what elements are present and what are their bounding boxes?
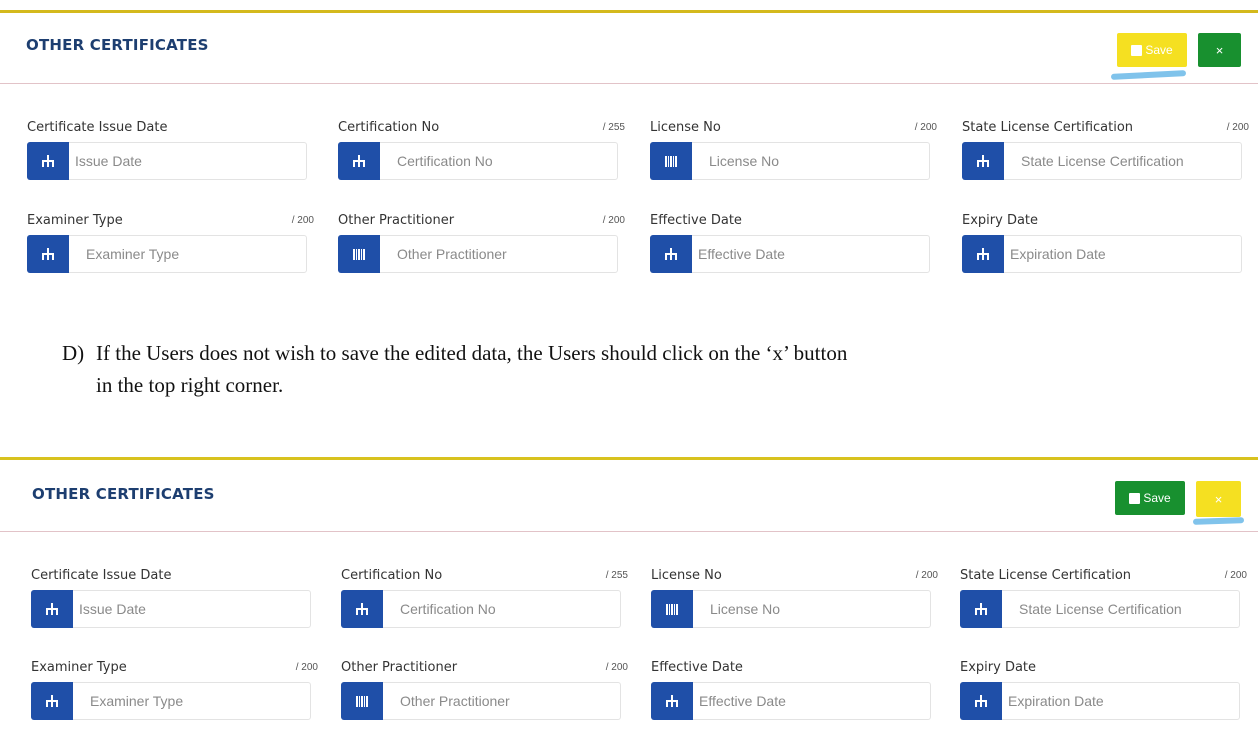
field-label: State License Certification [960,568,1132,583]
field-placeholder: Effective Date [698,246,785,262]
field-input[interactable]: State License Certification [962,142,1242,180]
tree-icon [31,590,73,628]
barcode-icon [650,142,692,180]
field-input[interactable]: State License Certification [960,590,1240,628]
field-input[interactable]: Other Practitioner [338,235,618,273]
barcode-icon [651,590,693,628]
field-input[interactable]: Effective Date [651,682,931,720]
field-input[interactable]: Effective Date [650,235,930,273]
field-char-limit: / 255 [602,122,625,133]
field-label: Effective Date [650,213,742,228]
field-placeholder: Issue Date [75,153,142,169]
field-label: License No [650,120,721,135]
field-input[interactable]: License No [650,142,930,180]
field-placeholder: Expiration Date [1008,693,1104,709]
tree-icon [651,682,693,720]
close-button[interactable]: × [1198,33,1241,67]
field-placeholder: Examiner Type [86,246,180,262]
panel-header: OTHER CERTIFICATES Save × [0,460,1258,532]
close-icon: × [1214,491,1223,507]
instruction-marker: D) [62,341,85,365]
field-placeholder: Effective Date [699,693,786,709]
save-button-label: Save [1143,491,1171,505]
field-placeholder: License No [709,153,780,169]
tree-icon [960,682,1002,720]
field-label: Examiner Type [31,660,127,675]
field-input[interactable]: License No [651,590,931,628]
other-certificates-panel-top: OTHER CERTIFICATES Save × Certificate Is… [0,10,1258,313]
field-placeholder: State License Certification [1021,153,1184,169]
tree-icon [27,142,69,180]
field-placeholder: License No [710,601,781,617]
field-placeholder: State License Certification [1019,601,1182,617]
field-char-limit: / 200 [1226,122,1249,133]
tree-icon [650,235,692,273]
field-input[interactable]: Issue Date [31,590,311,628]
field-char-limit: / 200 [602,215,625,226]
save-button[interactable]: Save [1115,481,1185,515]
field-placeholder: Certification No [400,601,496,617]
field-label: Certificate Issue Date [27,120,168,135]
tree-icon [31,682,73,720]
tree-icon [341,590,383,628]
field-label: Expiry Date [962,213,1039,228]
field-input[interactable]: Expiration Date [960,682,1240,720]
panel-header: OTHER CERTIFICATES Save × [0,13,1258,84]
field-label: Other Practitioner [341,660,458,675]
field-char-limit: / 200 [291,215,314,226]
field-char-limit: / 200 [295,662,318,673]
field-input[interactable]: Certification No [338,142,618,180]
field-input[interactable]: Issue Date [27,142,307,180]
close-button[interactable]: × [1196,481,1241,517]
field-label: Certification No [341,568,443,583]
field-input[interactable]: Other Practitioner [341,682,621,720]
field-label: Expiry Date [960,660,1037,675]
tree-icon [27,235,69,273]
field-placeholder: Certification No [397,153,493,169]
field-char-limit: / 200 [1224,570,1247,581]
floppy-disk-icon [1129,492,1141,504]
tree-icon [960,590,1002,628]
field-label: State License Certification [962,120,1134,135]
field-placeholder: Other Practitioner [397,246,507,262]
tree-icon [962,235,1004,273]
field-char-limit: / 200 [914,122,937,133]
field-placeholder: Expiration Date [1010,246,1106,262]
barcode-icon [338,235,380,273]
floppy-disk-icon [1131,44,1143,56]
instruction-line-2: in the top right corner. [96,373,284,397]
panel-title: OTHER CERTIFICATES [32,485,215,503]
instruction-line-1: If the Users does not wish to save the e… [96,341,848,365]
tree-icon [338,142,380,180]
other-certificates-panel-bottom: OTHER CERTIFICATES Save × Certificate Is… [0,457,1258,754]
highlight-underline [1110,70,1187,80]
field-label: Certification No [338,120,440,135]
field-label: License No [651,568,722,583]
field-label: Other Practitioner [338,213,455,228]
field-placeholder: Examiner Type [90,693,184,709]
field-placeholder: Other Practitioner [400,693,510,709]
tree-icon [962,142,1004,180]
field-label: Certificate Issue Date [31,568,172,583]
field-placeholder: Issue Date [79,601,146,617]
field-char-limit: / 200 [605,662,628,673]
highlight-underline [1192,517,1245,525]
field-char-limit: / 200 [915,570,938,581]
field-label: Effective Date [651,660,743,675]
field-input[interactable]: Examiner Type [27,235,307,273]
close-icon: × [1215,42,1224,58]
field-input[interactable]: Examiner Type [31,682,311,720]
barcode-icon [341,682,383,720]
field-char-limit: / 255 [605,570,628,581]
save-button-label: Save [1145,43,1173,57]
field-input[interactable]: Expiration Date [962,235,1242,273]
field-input[interactable]: Certification No [341,590,621,628]
panel-title: OTHER CERTIFICATES [26,36,209,54]
save-button[interactable]: Save [1117,33,1187,67]
field-label: Examiner Type [27,213,123,228]
